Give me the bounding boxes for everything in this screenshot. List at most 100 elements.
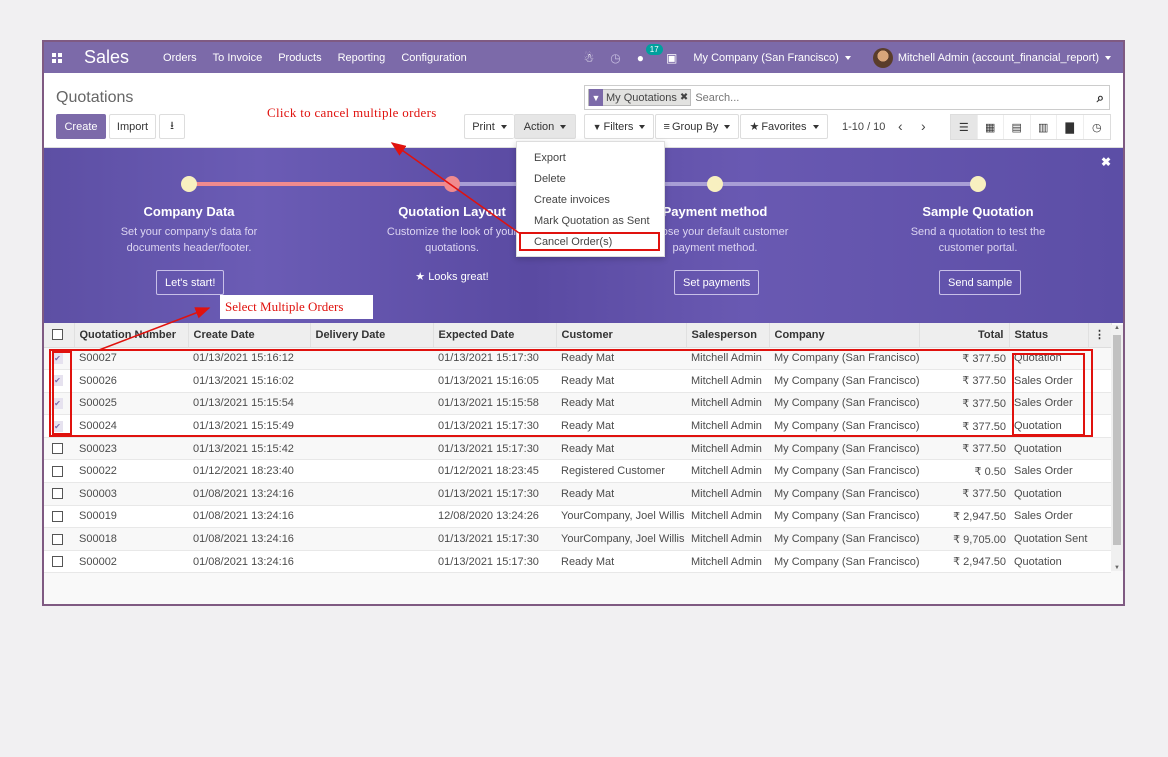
table-row[interactable]: ✔ S00025 01/13/2021 15:15:54 01/13/2021 15:… (44, 392, 1111, 416)
menu-reporting[interactable]: Reporting (338, 52, 386, 64)
menu-item-export[interactable]: Export (534, 152, 566, 164)
graph-view-icon[interactable]: ▇ (1057, 115, 1084, 139)
cell-create: 01/08/2021 13:24:16 (188, 482, 310, 506)
apps-menu-icon[interactable] (52, 52, 62, 63)
bug-icon[interactable]: ☃ (584, 51, 595, 65)
checkbox-checked[interactable]: ✔ (52, 375, 63, 387)
table-row[interactable]: S00018 01/08/2021 13:24:16 01/13/2021 15:1… (44, 527, 1111, 551)
column-header[interactable]: Delivery Date (310, 323, 434, 348)
facet-label: My Quotations (606, 91, 677, 104)
cell-delivery (310, 482, 433, 506)
column-header[interactable]: Quotation Number (74, 323, 189, 348)
column-header[interactable]: Customer (556, 323, 687, 348)
set-payments-button[interactable]: Set payments (674, 270, 760, 295)
search-icon[interactable]: ⌕ (1097, 90, 1104, 106)
checkbox[interactable] (52, 511, 63, 523)
checkbox[interactable] (52, 329, 63, 341)
search-input[interactable] (695, 91, 1109, 104)
row-select-cell[interactable] (44, 505, 74, 529)
menu-to-invoice[interactable]: To Invoice (213, 52, 263, 64)
cell-company: My Company (San Francisco) (769, 414, 919, 438)
checkbox[interactable] (52, 533, 63, 545)
filters-label: Filters (603, 120, 634, 133)
checkbox[interactable] (52, 443, 63, 455)
user-menu[interactable]: Mitchell Admin (account_financial_report… (872, 47, 1111, 68)
step-company-data: Company Data Set your company's data for… (89, 204, 289, 256)
row-spacer (1088, 347, 1111, 371)
optional-columns-icon[interactable]: ⋮ (1088, 323, 1112, 348)
menu-products[interactable]: Products (278, 52, 321, 64)
scroll-down-icon[interactable]: ▼ (1114, 565, 1120, 571)
groupby-button[interactable]: ≡ Group By (655, 114, 739, 139)
column-header[interactable]: Company (769, 323, 920, 348)
row-select-cell[interactable] (44, 437, 74, 461)
checkbox-checked[interactable]: ✔ (52, 398, 63, 410)
table-row[interactable]: S00022 01/12/2021 18:23:40 01/12/2021 18:2… (44, 459, 1111, 484)
action-button[interactable]: Action (514, 114, 576, 139)
activity-view-icon[interactable]: ◷ (1084, 115, 1111, 139)
list-view-icon[interactable]: ☰ (951, 115, 978, 139)
row-select-cell[interactable] (44, 550, 74, 574)
table-row[interactable]: ✔ S00026 01/13/2021 15:16:02 01/13/2021 15:… (44, 369, 1111, 393)
print-button[interactable]: Print (464, 114, 514, 139)
select-all-checkbox[interactable] (44, 323, 75, 348)
checkbox-checked[interactable]: ✔ (52, 420, 63, 432)
favorites-button[interactable]: ★ Favorites (740, 114, 828, 139)
table-row[interactable]: S00023 01/13/2021 15:15:42 01/13/2021 15:1… (44, 437, 1111, 461)
gift-icon[interactable]: ▣ (666, 51, 677, 65)
kanban-view-icon[interactable]: ▦ (978, 115, 1004, 139)
row-select-cell[interactable]: ✔ (44, 369, 74, 393)
row-select-cell[interactable]: ✔ (44, 347, 74, 371)
menu-configuration[interactable]: Configuration (401, 52, 466, 64)
send-sample-button[interactable]: Send sample (939, 270, 1022, 295)
pager-value[interactable]: 1-10 / 10 (842, 121, 885, 133)
checkbox[interactable] (52, 488, 63, 500)
column-header[interactable]: Create Date (188, 323, 311, 348)
cell-delivery (310, 505, 433, 529)
row-select-cell[interactable] (44, 459, 74, 484)
menu-orders[interactable]: Orders (163, 52, 197, 64)
scroll-thumb[interactable] (1113, 335, 1121, 545)
column-header[interactable]: Expected Date (433, 323, 557, 348)
cell-expected: 01/13/2021 15:17:30 (433, 527, 556, 551)
app-name[interactable]: Sales (84, 47, 129, 68)
import-button[interactable]: Import (109, 114, 156, 139)
chat-icon[interactable]: ● 17 (637, 43, 663, 65)
checkbox[interactable] (52, 465, 63, 477)
create-button[interactable]: Create (56, 114, 106, 139)
pager-previous-icon[interactable]: ‹ (898, 118, 903, 134)
facet-remove-icon[interactable]: ✖ (680, 92, 690, 103)
row-select-cell[interactable]: ✔ (44, 414, 74, 438)
pivot-view-icon[interactable]: ▥ (1031, 115, 1057, 139)
lets-start-button[interactable]: Let's start! (156, 270, 225, 295)
row-select-cell[interactable] (44, 527, 74, 551)
pager-next-icon[interactable]: › (921, 118, 926, 134)
column-header[interactable]: Salesperson (686, 323, 770, 348)
checkbox-checked[interactable]: ✔ (52, 352, 63, 364)
table-row[interactable]: ✔ S00024 01/13/2021 15:15:49 01/13/2021 15:… (44, 414, 1111, 438)
table-row[interactable]: S00019 01/08/2021 13:24:16 12/08/2020 13:2… (44, 505, 1111, 529)
table-scrollbar[interactable]: ▲ ▼ (1111, 325, 1123, 571)
filters-button[interactable]: ▼ Filters (584, 114, 654, 139)
menu-item-cancel-orders[interactable]: Cancel Order(s) (534, 236, 612, 248)
row-select-cell[interactable] (44, 482, 74, 506)
calendar-view-icon[interactable]: ▤ (1004, 115, 1031, 139)
cell-expected: 01/13/2021 15:16:05 (433, 369, 556, 393)
row-select-cell[interactable]: ✔ (44, 392, 74, 416)
close-icon[interactable]: ✖ (1101, 155, 1111, 169)
table-row[interactable]: ✔ S00027 01/13/2021 15:16:12 01/13/2021 15:… (44, 347, 1111, 371)
menu-item-create-invoices[interactable]: Create invoices (534, 194, 610, 206)
clock-icon[interactable]: ◷ (610, 51, 620, 65)
menu-item-mark-sent[interactable]: Mark Quotation as Sent (534, 215, 650, 227)
table-row[interactable]: S00002 01/08/2021 13:24:16 01/13/2021 15:1… (44, 550, 1111, 574)
cell-status: Quotation (1009, 414, 1088, 438)
table-row[interactable]: S00003 01/08/2021 13:24:16 01/13/2021 15:1… (44, 482, 1111, 506)
scroll-up-icon[interactable]: ▲ (1114, 325, 1120, 331)
download-button[interactable]: ⭳ (159, 114, 185, 139)
checkbox[interactable] (52, 556, 63, 568)
menu-item-delete[interactable]: Delete (534, 173, 566, 185)
column-header[interactable]: Total (919, 323, 1010, 348)
company-switcher[interactable]: My Company (San Francisco) (693, 52, 851, 64)
column-header[interactable]: Status (1009, 323, 1089, 348)
cell-customer: Ready Mat (556, 392, 686, 416)
